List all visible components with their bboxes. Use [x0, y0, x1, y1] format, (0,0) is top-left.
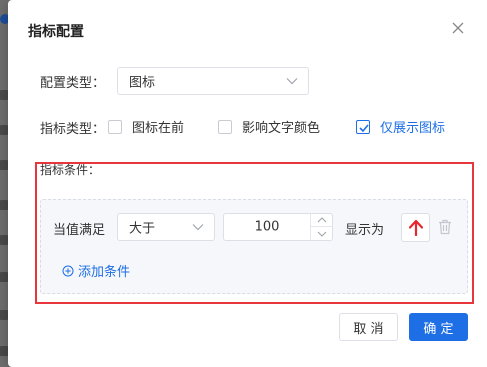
background-glyph	[0, 272, 8, 282]
increment-button[interactable]	[311, 214, 332, 227]
display-as-label: 显示为	[345, 223, 385, 238]
indicator-type-label: 指标类型：	[40, 122, 106, 137]
background-glyph	[0, 346, 8, 356]
background-glyph	[0, 200, 8, 210]
plus-circle-icon	[62, 265, 74, 276]
cancel-button[interactable]: 取 消	[339, 313, 398, 341]
chevron-down-icon	[286, 78, 298, 85]
icon-picker-button[interactable]	[401, 213, 430, 242]
background-glyph	[0, 160, 8, 170]
ok-button[interactable]: 确 定	[409, 313, 468, 341]
config-type-label: 配置类型：	[40, 76, 106, 91]
background-glyph	[0, 235, 8, 245]
add-condition-label: 添加条件	[78, 265, 131, 280]
config-type-value: 图标	[129, 75, 156, 91]
conditions-label: 指标条件：	[40, 163, 101, 177]
decrement-button[interactable]	[311, 227, 332, 240]
indicator-config-dialog: 指标配置 配置类型： 图标 指标类型： 图标在前 影响文字颜色 仅展示图标 指标…	[8, 0, 487, 367]
checkbox-icon-first[interactable]: 图标在前	[108, 117, 184, 136]
close-icon[interactable]	[450, 20, 466, 36]
checkbox-box	[218, 119, 232, 134]
checkbox-icon-only[interactable]: 仅展示图标	[356, 117, 445, 136]
checkbox-box	[108, 119, 122, 134]
check-icon	[359, 123, 369, 132]
threshold-number-input[interactable]: 100	[223, 213, 333, 241]
chevron-down-icon	[317, 231, 326, 237]
checkbox-label: 影响文字颜色	[242, 121, 321, 136]
threshold-value: 100	[254, 219, 280, 235]
add-condition-link[interactable]: 添加条件	[62, 261, 130, 280]
config-type-select[interactable]: 图标	[117, 67, 309, 95]
background-glyph	[0, 125, 8, 135]
checkbox-affect-text-color[interactable]: 影响文字颜色	[218, 117, 320, 136]
background-glyph	[0, 310, 8, 320]
operator-value: 大于	[129, 221, 156, 237]
chevron-down-icon	[192, 224, 204, 231]
background-glyph	[0, 90, 8, 100]
chevron-up-icon	[317, 217, 326, 223]
trash-icon[interactable]	[438, 219, 452, 235]
checkbox-label: 图标在前	[132, 121, 185, 136]
when-label: 当值满足	[53, 223, 106, 238]
red-up-arrow-icon	[408, 219, 423, 236]
dialog-title: 指标配置	[28, 24, 84, 40]
operator-select[interactable]: 大于	[117, 213, 215, 241]
checkbox-label: 仅展示图标	[380, 121, 446, 136]
number-spinner	[310, 214, 332, 240]
checkbox-box	[356, 119, 370, 134]
